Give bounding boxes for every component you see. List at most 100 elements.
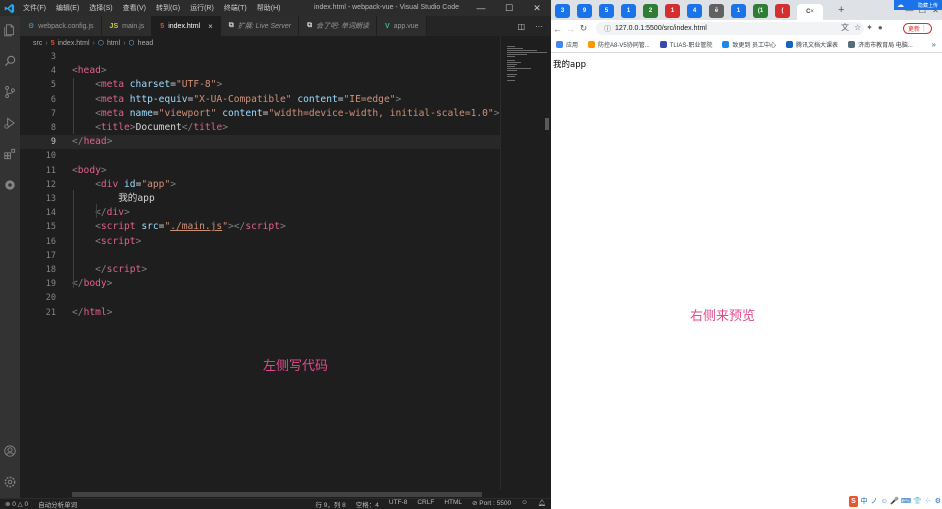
language-mode[interactable]: HTML: [439, 499, 467, 509]
horizontal-scrollbar[interactable]: [72, 492, 482, 497]
code-line[interactable]: 16 <script>: [20, 235, 500, 249]
ime-tool-icon[interactable]: 中: [860, 496, 868, 506]
ime-tool-icon[interactable]: ⁘: [924, 497, 932, 505]
extensions-icon[interactable]: [3, 147, 17, 161]
ime-tool-icon[interactable]: ☺: [880, 498, 888, 505]
code-editor[interactable]: 21 </html> 20 19 </body> 18 </script> 17 16 <sc…: [20, 50, 500, 490]
maximize-button[interactable]: ☐: [495, 0, 523, 16]
bookmark-star-icon[interactable]: ☆: [854, 23, 861, 32]
close-tab-icon[interactable]: ×: [208, 22, 213, 31]
sogou-ime-icon[interactable]: S: [849, 495, 858, 507]
code-line[interactable]: 15 <script src="./main.js"></script>: [20, 220, 500, 234]
code-line[interactable]: 18 </script>: [20, 263, 500, 277]
browser-tab[interactable]: 5: [599, 4, 614, 18]
explorer-icon[interactable]: [3, 23, 17, 37]
editor-tab[interactable]: JS main.js: [101, 16, 153, 36]
browser-tab[interactable]: 1: [731, 4, 746, 18]
code-line[interactable]: 4 <head>: [20, 64, 500, 78]
more-actions-icon[interactable]: ···: [535, 22, 543, 31]
code-line[interactable]: 17: [20, 249, 500, 263]
code-line[interactable]: 6 <meta http-equiv="X-UA-Compatible" con…: [20, 93, 500, 107]
profile-avatar-icon[interactable]: ●: [878, 23, 883, 32]
minimize-button[interactable]: —: [467, 0, 495, 16]
feedback-icon[interactable]: ☺: [516, 499, 533, 509]
forward-arrow-icon[interactable]: →: [564, 24, 577, 34]
code-line[interactable]: 20: [20, 291, 500, 305]
editor-tab[interactable]: ⧉ 扩展: Live Server: [220, 16, 300, 36]
breadcrumb-head[interactable]: head: [138, 40, 154, 47]
browser-tab[interactable]: 9: [577, 4, 592, 18]
ime-tool-icon[interactable]: 🎤: [890, 497, 899, 505]
browser-tab[interactable]: 2: [643, 4, 658, 18]
menu-item[interactable]: 帮助(H): [252, 3, 286, 13]
code-line[interactable]: 14 </div>: [20, 206, 500, 220]
account-icon[interactable]: [3, 444, 17, 458]
menu-item[interactable]: 选择(S): [84, 3, 117, 13]
code-line[interactable]: 12 <div id="app">: [20, 178, 500, 192]
browser-tab[interactable]: 1: [665, 4, 680, 18]
code-line[interactable]: 7 <meta name="viewport" content="width=d…: [20, 107, 500, 121]
code-line[interactable]: 11 <body>: [20, 164, 500, 178]
menu-item[interactable]: 编辑(E): [51, 3, 84, 13]
editor-tab[interactable]: ⧉ 会了吧: 单词朗读: [299, 16, 377, 36]
code-line[interactable]: 13 我的app: [20, 192, 500, 206]
bookmark-item[interactable]: 腾讯文档大课表: [781, 40, 843, 49]
bookmark-item[interactable]: TLIAS-职业管院: [655, 40, 718, 49]
split-editor-icon[interactable]: ◫: [517, 22, 525, 31]
bookmark-item[interactable]: 致更到 员工中心: [717, 40, 781, 49]
search-icon[interactable]: [3, 54, 17, 68]
menu-item[interactable]: 转到(G): [151, 3, 185, 13]
code-line[interactable]: 21 </html>: [20, 306, 500, 320]
line-endings[interactable]: CRLF: [412, 499, 439, 509]
editor-tab[interactable]: 5 index.html ×: [152, 16, 221, 36]
cursor-position[interactable]: 行 9，列 8: [310, 499, 350, 509]
browser-tab[interactable]: (1: [753, 4, 768, 18]
menu-item[interactable]: 运行(R): [185, 3, 219, 13]
vscode-logo-icon[interactable]: [0, 0, 18, 16]
ime-tool-icon[interactable]: 👕: [913, 497, 922, 505]
close-tab-icon[interactable]: ×: [810, 9, 814, 15]
extensions-puzzle-icon[interactable]: ✦: [866, 23, 873, 32]
update-button[interactable]: 更新 ⋮: [903, 23, 933, 34]
problems-indicator[interactable]: ⊗ 0 △ 0: [0, 500, 33, 508]
browser-tab[interactable]: 3: [555, 4, 570, 18]
info-icon[interactable]: ⓘ: [604, 24, 611, 34]
vertical-scrollbar[interactable]: [545, 118, 549, 130]
bookmarks-overflow-icon[interactable]: »: [932, 40, 936, 49]
ime-tool-icon[interactable]: ⚙: [934, 497, 942, 505]
ime-tool-icon[interactable]: ノ: [870, 496, 878, 506]
code-line[interactable]: 8 <title>Document</title>: [20, 121, 500, 135]
code-line[interactable]: 5 <meta charset="UTF-8">: [20, 78, 500, 92]
bookmark-item[interactable]: 济南市教育局 电脑...: [843, 40, 918, 49]
browser-tab[interactable]: 1: [621, 4, 636, 18]
indentation[interactable]: 空格：4: [351, 499, 384, 509]
new-tab-button[interactable]: +: [838, 4, 844, 16]
source-control-icon[interactable]: [3, 85, 17, 99]
encoding[interactable]: UTF-8: [384, 499, 412, 509]
browser-tab[interactable]: ē: [709, 4, 724, 18]
reload-icon[interactable]: ↻: [577, 23, 590, 34]
code-line[interactable]: 3: [20, 50, 500, 64]
menu-item[interactable]: 查看(V): [118, 3, 151, 13]
bookmark-item[interactable]: 防控A8-V5协同管...: [583, 40, 655, 49]
remote-explorer-icon[interactable]: [3, 178, 17, 192]
browser-tab[interactable]: (: [775, 4, 790, 18]
bookmark-item[interactable]: 应用: [551, 40, 583, 49]
editor-tab[interactable]: ⚙ webpack.config.js: [20, 16, 102, 36]
menu-item[interactable]: 终端(T): [219, 3, 252, 13]
notifications-bell-icon[interactable]: 🔔︎: [533, 499, 551, 509]
cloud-upload-badge[interactable]: ☁ 隐藏上传: [894, 0, 942, 10]
minimap[interactable]: [500, 36, 551, 490]
browser-tab[interactable]: 4: [687, 4, 702, 18]
run-debug-icon[interactable]: [3, 116, 17, 130]
breadcrumb-src[interactable]: src: [33, 40, 42, 47]
browser-tab[interactable]: C ×: [797, 4, 823, 20]
settings-gear-icon[interactable]: [3, 475, 17, 489]
translate-icon[interactable]: 文: [841, 22, 849, 33]
address-bar[interactable]: ⓘ 127.0.0.1:5500/src/index.html: [596, 22, 864, 35]
code-line[interactable]: 9 </head>: [20, 135, 500, 150]
live-server-port[interactable]: ⊘ Port : 5500: [467, 499, 516, 509]
editor-tab[interactable]: Vapp.vue: [376, 16, 427, 36]
breadcrumb-html[interactable]: html: [107, 40, 120, 47]
ime-tool-icon[interactable]: ⌨: [901, 497, 911, 505]
